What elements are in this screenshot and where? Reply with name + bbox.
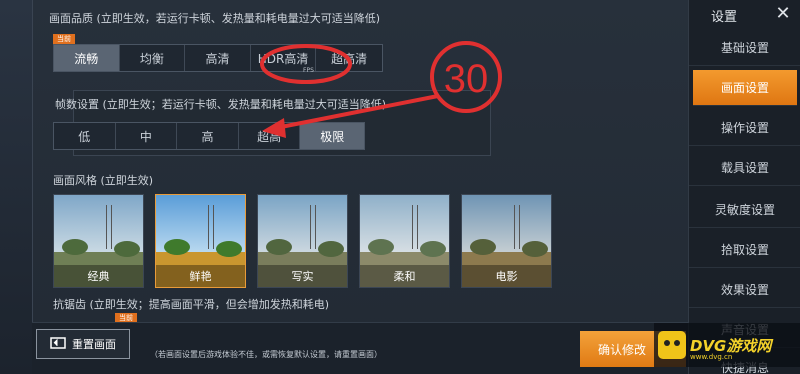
watermark-url: www.dvg.cn [690,353,733,361]
sidebar-item-graphics[interactable]: 画面设置 [693,70,797,106]
settings-sidebar: 设置 ✕ 基础设置 画面设置 操作设置 载具设置 灵敏度设置 拾取设置 效果设置… [688,0,800,374]
reset-graphics-button[interactable]: 重置画面 [36,329,130,359]
sidebar-item-sensitivity[interactable]: 灵敏度设置 [689,192,800,228]
annotation-ellipse [260,44,352,84]
sidebar-item-controls[interactable]: 操作设置 [689,110,800,146]
annotation-overlay: 30 [260,41,502,138]
reset-icon [50,337,66,349]
sidebar-item-vehicles[interactable]: 载具设置 [689,150,800,186]
settings-screen: 画面品质 (立即生效，若运行卡顿、发热量和耗电量过大可适当降低) 当前 流畅 均… [0,0,800,374]
annotation-arrowhead [262,118,286,138]
annotation-arrow-line [275,94,439,130]
sidebar-item-pickup[interactable]: 拾取设置 [689,232,800,268]
confirm-changes-label: 确认修改 [598,342,647,357]
bottom-bar: 重置画面 （若画面设置后游戏体验不佳，或需恢复默认设置，请重置画面） 确认修改 [32,322,688,374]
reset-hint: （若画面设置后游戏体验不佳，或需恢复默认设置，请重置画面） [150,350,382,359]
sidebar-item-effects[interactable]: 效果设置 [689,272,800,308]
watermark: DVG游戏网 www.dvg.cn [654,323,800,367]
reset-graphics-label: 重置画面 [72,338,116,351]
sidebar-title: 设置 [711,10,738,25]
close-icon[interactable]: ✕ [771,2,795,26]
sidebar-item-basic[interactable]: 基础设置 [689,30,800,66]
watermark-logo-icon [658,331,686,359]
annotation-number: 30 [444,57,489,101]
